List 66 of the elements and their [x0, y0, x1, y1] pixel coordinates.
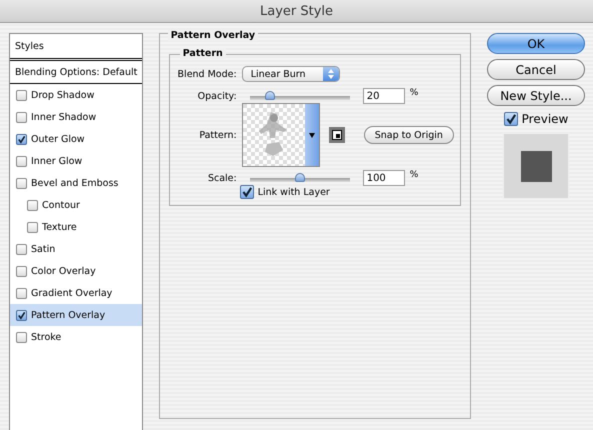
number-field[interactable]: 20 — [362, 88, 405, 104]
list-item[interactable]: Pattern Overlay — [10, 304, 142, 326]
unit-label: % — [410, 170, 418, 180]
item-label: Contour — [42, 200, 80, 210]
number-field[interactable]: 100 — [362, 170, 405, 186]
field-label: Scale: — [206, 172, 237, 184]
list-header: Styles — [10, 34, 142, 61]
new-preset-button[interactable] — [328, 127, 345, 143]
ok-button[interactable]: OK — [487, 33, 585, 54]
checkbox[interactable] — [16, 112, 27, 122]
checkbox[interactable] — [16, 310, 27, 320]
field-label: Pattern: — [198, 130, 237, 140]
checkbox[interactable] — [16, 134, 27, 144]
item-label: Color Overlay — [31, 266, 96, 276]
slider-thumb[interactable] — [294, 173, 305, 182]
snap-to-origin-button[interactable]: Snap to Origin — [364, 126, 454, 144]
checkbox[interactable] — [16, 266, 27, 276]
checkbox[interactable] — [16, 332, 27, 342]
item-label: Inner Glow — [31, 156, 82, 166]
list-item[interactable]: Contour — [10, 194, 142, 216]
list-item[interactable]: Drop Shadow — [10, 84, 142, 106]
checkbox[interactable] — [16, 90, 27, 100]
list-item[interactable]: Blending Options: Default — [10, 61, 142, 84]
group-title: Pattern — [180, 48, 226, 59]
checkbox-label: Preview — [522, 112, 568, 126]
slider-thumb[interactable] — [264, 91, 275, 100]
item-label: Pattern Overlay — [31, 310, 106, 320]
item-label: Satin — [31, 244, 56, 254]
list-item[interactable]: Satin — [10, 238, 142, 260]
checkbox[interactable] — [16, 178, 27, 188]
list-item[interactable]: Gradient Overlay — [10, 282, 142, 304]
dropdown-arrow-icon — [308, 132, 315, 138]
list-item[interactable]: Inner Shadow — [10, 106, 142, 128]
style-preview — [503, 133, 569, 199]
window-title: Layer Style — [0, 0, 593, 23]
list-item[interactable]: Stroke — [10, 326, 142, 348]
section-title: Pattern Overlay — [168, 30, 258, 41]
checkbox[interactable] — [240, 185, 254, 199]
list-item[interactable]: Outer Glow — [10, 128, 142, 150]
field-label: Blend Mode: — [176, 68, 237, 80]
item-label: Texture — [42, 222, 77, 232]
checkbox[interactable] — [27, 200, 38, 210]
list-item[interactable]: Color Overlay — [10, 260, 142, 282]
item-label: Drop Shadow — [31, 90, 94, 100]
checkbox[interactable] — [504, 112, 518, 126]
new-style-button[interactable]: New Style... — [487, 85, 585, 106]
stepper-arrows-icon — [328, 69, 334, 79]
pattern-picker-button[interactable] — [304, 104, 319, 166]
cancel-button[interactable]: Cancel — [487, 59, 585, 80]
item-label: Outer Glow — [31, 134, 85, 144]
field-label: Opacity: — [196, 90, 237, 102]
checkbox[interactable] — [16, 288, 27, 298]
list-item[interactable]: Inner Glow — [10, 150, 142, 172]
list-item[interactable]: Bevel and Emboss — [10, 172, 142, 194]
item-label: Inner Shadow — [31, 112, 96, 122]
blend-mode-dropdown[interactable]: Linear Burn — [242, 66, 340, 82]
square-icon — [332, 130, 342, 140]
item-label: Gradient Overlay — [31, 288, 112, 298]
item-label: Bevel and Emboss — [31, 178, 118, 188]
checkbox[interactable] — [16, 244, 27, 254]
checkbox[interactable] — [16, 156, 27, 166]
checkbox-label: Link with Layer — [258, 186, 330, 198]
item-label: Stroke — [31, 332, 62, 342]
checkbox[interactable] — [27, 222, 38, 232]
unit-label: % — [410, 88, 418, 98]
list-item[interactable]: Texture — [10, 216, 142, 238]
